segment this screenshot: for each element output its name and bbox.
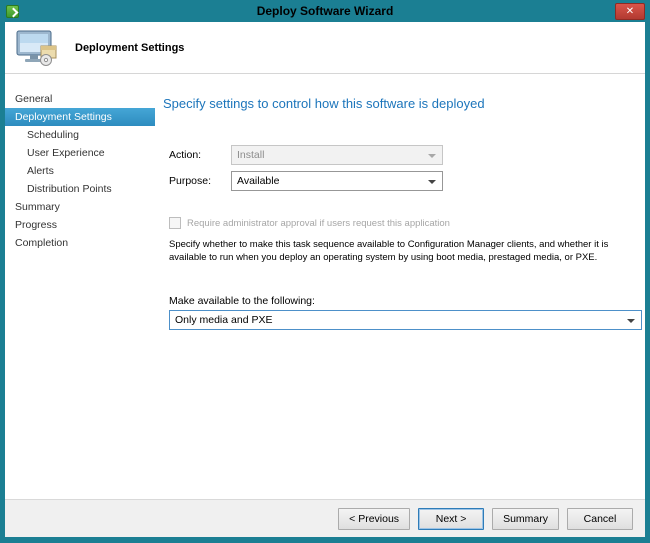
action-label: Action: [169, 149, 231, 161]
make-available-value: Only media and PXE [175, 314, 272, 326]
make-available-select[interactable]: Only media and PXE [169, 310, 642, 330]
nav-item-progress[interactable]: Progress [5, 216, 155, 234]
nav-item-completion[interactable]: Completion [5, 234, 155, 252]
wizard-body: General Deployment Settings Scheduling U… [5, 74, 645, 499]
wizard-footer: < Previous Next > Summary Cancel [5, 499, 645, 537]
action-select[interactable]: Install [231, 145, 443, 165]
content-heading: Specify settings to control how this sof… [163, 96, 642, 111]
wizard-page-header: Deployment Settings [5, 22, 645, 74]
action-row: Action: Install [169, 145, 642, 165]
purpose-label: Purpose: [169, 175, 231, 187]
deployment-settings-icon [15, 29, 61, 67]
wizard-content: Specify settings to control how this sof… [155, 74, 650, 499]
nav-item-user-experience[interactable]: User Experience [5, 144, 155, 162]
nav-item-deployment-settings[interactable]: Deployment Settings [5, 108, 155, 126]
chevron-down-icon [428, 180, 436, 184]
deploy-software-wizard-window: Deploy Software Wizard ✕ Deployment Sett… [0, 0, 650, 543]
close-icon: ✕ [626, 6, 634, 17]
make-available-label: Make available to the following: [169, 295, 642, 307]
chevron-down-icon [428, 154, 436, 158]
purpose-select[interactable]: Available [231, 171, 443, 191]
settings-form: Action: Install Purpose: Available [163, 145, 642, 191]
titlebar: Deploy Software Wizard ✕ [0, 0, 650, 22]
previous-button[interactable]: < Previous [338, 508, 410, 530]
approval-row: Require administrator approval if users … [169, 217, 642, 229]
close-button[interactable]: ✕ [615, 3, 645, 20]
approval-checkbox-label: Require administrator approval if users … [187, 218, 450, 229]
nav-item-scheduling[interactable]: Scheduling [5, 126, 155, 144]
summary-button[interactable]: Summary [492, 508, 559, 530]
availability-description: Specify whether to make this task sequen… [169, 239, 642, 265]
purpose-row: Purpose: Available [169, 171, 642, 191]
purpose-value: Available [237, 175, 279, 187]
page-title: Deployment Settings [75, 42, 184, 54]
chevron-down-icon [627, 319, 635, 323]
next-button[interactable]: Next > [418, 508, 484, 530]
nav-item-alerts[interactable]: Alerts [5, 162, 155, 180]
nav-item-general[interactable]: General [5, 90, 155, 108]
make-available-wrap: Only media and PXE [169, 310, 642, 330]
nav-item-distribution-points[interactable]: Distribution Points [5, 180, 155, 198]
cancel-button[interactable]: Cancel [567, 508, 633, 530]
window-title: Deploy Software Wizard [0, 4, 650, 18]
action-value: Install [237, 149, 264, 161]
nav-item-summary[interactable]: Summary [5, 198, 155, 216]
wizard-nav: General Deployment Settings Scheduling U… [5, 74, 155, 499]
approval-checkbox[interactable] [169, 217, 181, 229]
